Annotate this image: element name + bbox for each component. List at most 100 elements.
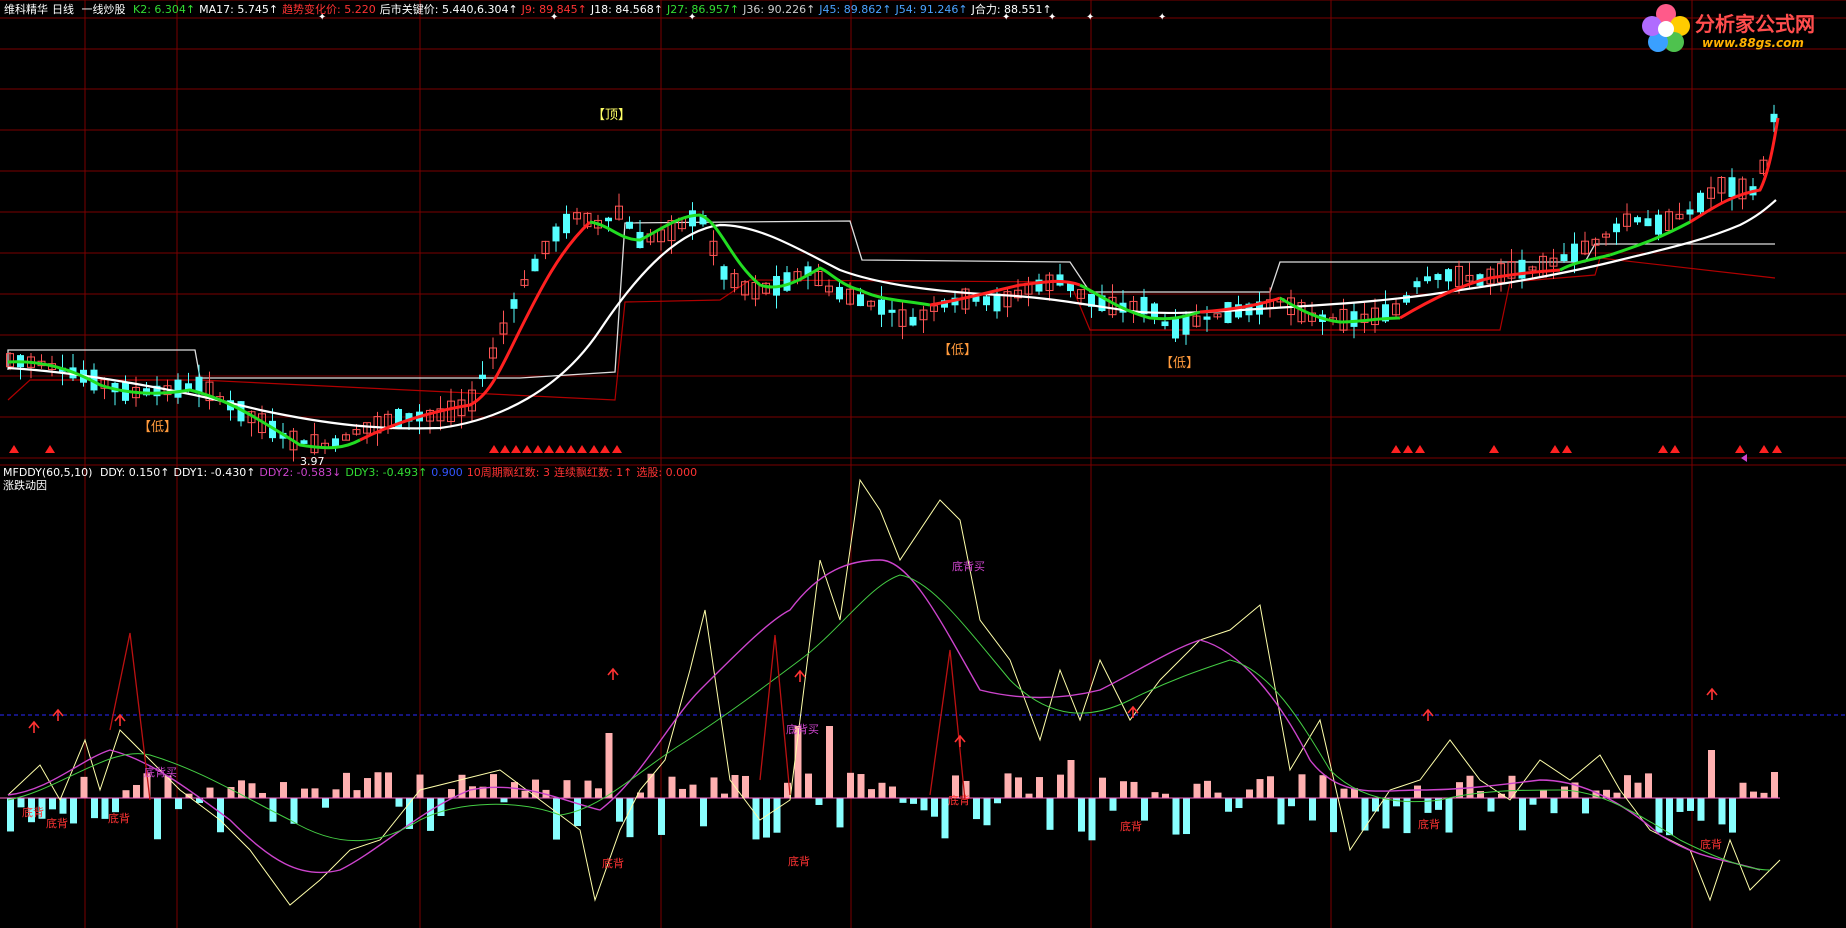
- hist-bar-up: [206, 787, 214, 798]
- up-arrow-icon: [28, 720, 40, 733]
- up-arrow-icon: [794, 669, 806, 682]
- candle-down: [1161, 321, 1169, 327]
- main-indicator-9: J54: 91.246↑: [895, 3, 968, 16]
- hist-bar-down: [931, 798, 938, 817]
- hist-bar-up: [521, 790, 529, 798]
- hist-bar-down: [1403, 798, 1411, 834]
- hist-bar-down: [1361, 798, 1369, 831]
- hist-bar-up: [1004, 773, 1012, 798]
- hist-bar-up: [311, 788, 319, 798]
- hist-bar-up: [1771, 772, 1778, 798]
- hist-bar-down: [91, 798, 98, 819]
- up-arrow-icon: [1706, 687, 1718, 700]
- dibei-label: 底背: [22, 806, 44, 819]
- buy-triangle: [1489, 445, 1499, 453]
- stock-chart[interactable]: ✦ ✦ ✦ ✦ ✦ ✦ ✦: [0, 0, 1846, 928]
- buy-triangle: [555, 445, 565, 453]
- stock-name[interactable]: 维科精华: [4, 3, 48, 16]
- candle-down: [909, 316, 917, 326]
- buy-triangle: [522, 445, 532, 453]
- candle-down: [689, 210, 696, 227]
- period-label[interactable]: 日线: [52, 3, 74, 16]
- hist-bar-down: [1225, 798, 1232, 812]
- hist-bar-up: [721, 793, 728, 798]
- buy-triangle: [589, 445, 599, 453]
- main-header: 维科精华 日线 一线炒股 K2: 6.304↑ MA17: 5.745↑ 趋势变化价:…: [4, 3, 1060, 17]
- hist-bar-up: [1099, 777, 1106, 798]
- candle-down: [783, 272, 791, 291]
- hist-bar-down: [1487, 798, 1495, 812]
- k2-line: [7, 360, 361, 450]
- hist-bar-up: [710, 777, 718, 798]
- hist-bar-up: [80, 776, 88, 798]
- candle-down: [857, 294, 864, 307]
- logo: 分析家公式网 www.88gs.com: [1640, 2, 1844, 56]
- main-indicator-3: 后市关键价: 5.440,6.304↑: [379, 3, 518, 16]
- hist-bar-up: [1298, 774, 1306, 798]
- hist-bar-up: [1130, 781, 1138, 798]
- candle-down: [1686, 209, 1694, 215]
- hist-bar-up: [563, 780, 571, 798]
- buy-triangle: [489, 445, 499, 453]
- hist-bar-down: [1519, 798, 1526, 831]
- hist-bar-up: [1151, 792, 1159, 798]
- dibei-label: 底背: [788, 855, 810, 868]
- hist-bar-down: [1309, 798, 1316, 821]
- hist-bar-up: [1246, 789, 1253, 798]
- hist-bar-down: [1277, 798, 1285, 825]
- hist-bar-up: [490, 774, 497, 798]
- hist-bar-up: [1319, 775, 1327, 798]
- min-price-label: 3.97: [300, 455, 325, 468]
- hist-bar-up: [595, 788, 602, 798]
- candle-down: [1518, 259, 1526, 279]
- sub-indicator-7: 选股: 0.000: [636, 466, 698, 479]
- candle-down: [720, 266, 728, 280]
- candle-down: [1697, 192, 1704, 213]
- hist-bar-down: [437, 798, 445, 816]
- hist-bar-up: [374, 772, 382, 798]
- sub-formula[interactable]: MFDDY(60,5,10): [3, 466, 92, 479]
- hist-bar-up: [1540, 790, 1547, 798]
- formula-name[interactable]: 一线炒股: [82, 3, 126, 16]
- hist-bar-up: [605, 733, 613, 798]
- hist-bar-down: [1529, 798, 1537, 805]
- hist-bar-down: [920, 798, 928, 811]
- buy-triangle: [1759, 445, 1769, 453]
- hist-bar-down: [994, 798, 1001, 804]
- hist-bar-up: [679, 788, 686, 798]
- grid-lines: [0, 0, 1846, 928]
- hist-bar-down: [658, 798, 665, 835]
- candle-down: [1424, 276, 1431, 282]
- candle-down: [626, 221, 633, 229]
- low-marker: 【低】: [138, 420, 178, 435]
- ddy-line: [7, 478, 1781, 906]
- hist-bar-up: [1162, 793, 1169, 798]
- candle-down: [605, 217, 612, 222]
- hist-bar-down: [1235, 798, 1243, 809]
- buy-triangle: [500, 445, 510, 453]
- buy-triangles: [9, 445, 1782, 462]
- main-indicator-7: J36: 90.226↑: [743, 3, 816, 16]
- main-lines: [7, 117, 1780, 450]
- sub-indicator-6: 连续飘红数: 1↑: [553, 466, 633, 479]
- hist-bar-down: [175, 798, 182, 810]
- hist-bar-up: [1645, 773, 1652, 798]
- logo-url: www.88gs.com: [1702, 36, 1804, 50]
- hist-bar-up: [280, 782, 287, 798]
- candle-down: [563, 213, 570, 234]
- main-indicator-8: J45: 89.862↑: [819, 3, 892, 16]
- buy-triangle: [1403, 445, 1413, 453]
- hist-bar-down: [1288, 798, 1295, 807]
- hist-bar-up: [1340, 788, 1348, 798]
- buy-triangle: [1670, 445, 1680, 453]
- hist-bar-down: [1088, 798, 1096, 841]
- hist-bar-down: [1550, 798, 1558, 814]
- candle-down: [1644, 218, 1652, 227]
- hist-bar-up: [1739, 782, 1747, 798]
- hist-bar-up: [511, 782, 518, 798]
- sub-header: MFDDY(60,5,10) DDY: 0.150↑ DDY1: -0.430↑ D…: [3, 466, 705, 480]
- hist-bar-up: [857, 774, 865, 798]
- hist-bar-up: [248, 783, 256, 798]
- hist-bar-down: [1687, 798, 1694, 811]
- hist-bar-up: [122, 790, 130, 798]
